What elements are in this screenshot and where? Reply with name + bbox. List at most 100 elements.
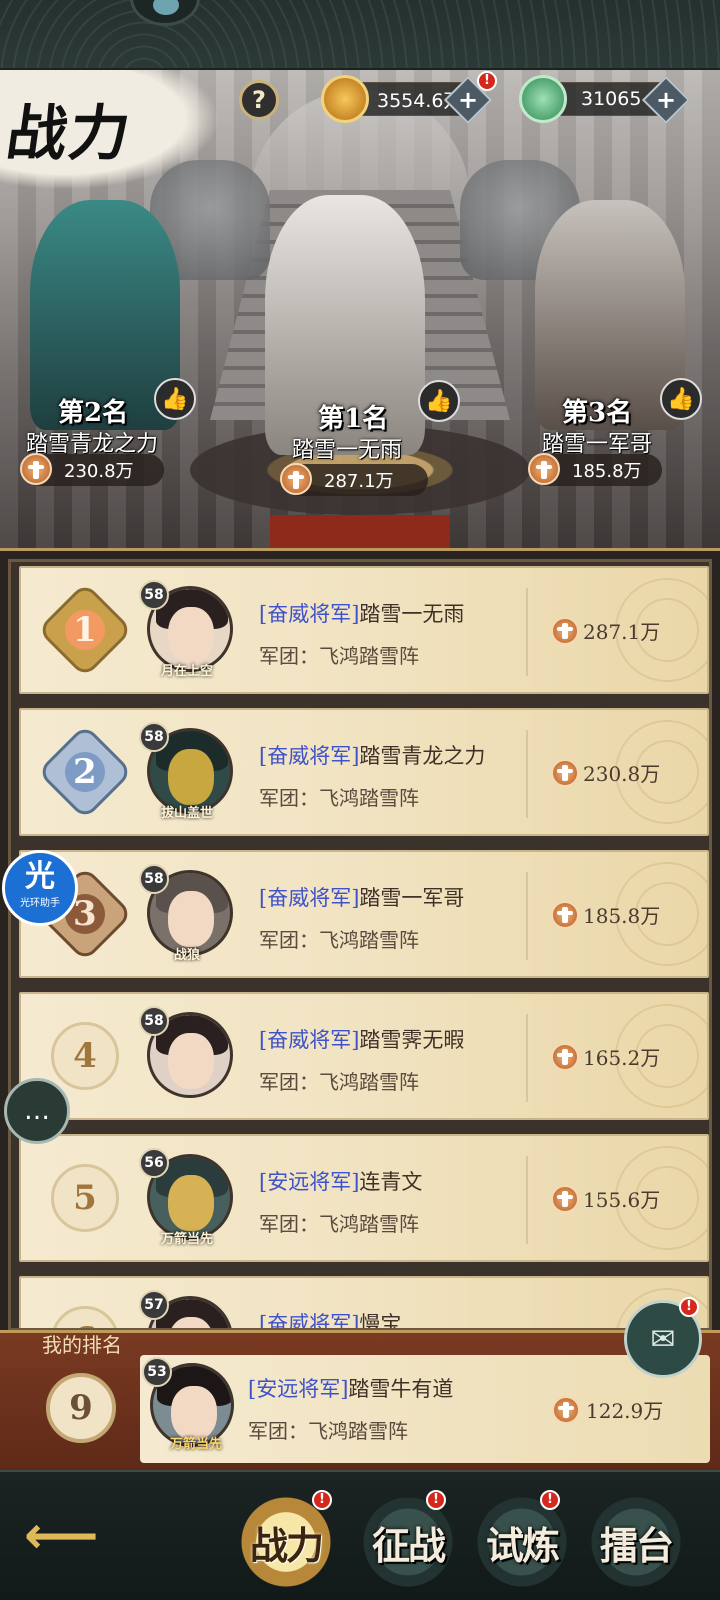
ranking-row[interactable]: 4 58 [奋威将军]踏雪霁无暇 军团：飞鸿踏雪阵 165.2万 xyxy=(19,992,709,1120)
my-rank-number: 9 xyxy=(69,1388,93,1428)
level-badge: 57 xyxy=(139,1290,169,1320)
podium-power-value: 287.1万 xyxy=(324,471,394,492)
podium-rank-label: 第1名 xyxy=(318,404,389,434)
row-separator xyxy=(526,872,528,960)
podium-power-value: 185.8万 xyxy=(572,461,642,482)
power-icon xyxy=(20,453,52,485)
level-badge: 58 xyxy=(139,580,169,610)
player-rank-title: [奋威将军] xyxy=(259,886,360,910)
player-rank-title: [奋威将军] xyxy=(259,602,360,626)
avatar-face xyxy=(168,891,214,947)
row-separator xyxy=(526,588,528,676)
player-power-value: 230.8万 xyxy=(583,762,661,786)
title-tag: 拔山盖世 xyxy=(160,806,213,821)
avatar-face xyxy=(168,607,214,663)
tab-campaign[interactable]: 征战 ! xyxy=(356,1490,460,1594)
ranking-list[interactable]: 1 58 月在上空 [奋威将军]踏雪一无雨 军团：飞鸿踏雪阵 287.1万 2 … xyxy=(8,559,712,1331)
player-power-value: 155.6万 xyxy=(583,1188,661,1212)
chat-button[interactable]: … xyxy=(4,1078,70,1144)
my-level-badge: 53 xyxy=(142,1357,172,1387)
jade-icon xyxy=(519,75,567,123)
like-button[interactable]: 👍 xyxy=(154,378,196,420)
podium-power: 287.1万 xyxy=(280,463,428,496)
ranking-row[interactable]: 1 58 月在上空 [奋威将军]踏雪一无雨 军团：飞鸿踏雪阵 287.1万 xyxy=(19,566,709,694)
wave-pattern xyxy=(0,0,720,68)
player-rank-title: [奋威将军] xyxy=(259,1312,360,1331)
rank-number: 3 xyxy=(73,893,97,934)
tab-label: 试炼 xyxy=(485,1522,560,1568)
power-icon xyxy=(551,616,579,645)
tab-alert-badge: ! xyxy=(312,1490,332,1510)
help-icon: ? xyxy=(252,86,266,114)
player-power: 185.8万 xyxy=(551,900,660,929)
top-strip xyxy=(0,0,720,70)
power-icon xyxy=(551,900,579,929)
player-name: 踏雪一无雨 xyxy=(359,602,465,626)
like-button[interactable]: 👍 xyxy=(418,380,460,422)
player-power: 155.6万 xyxy=(551,1184,660,1213)
helper-overlay-button[interactable]: 光 光环助手 xyxy=(2,850,78,926)
back-button[interactable]: ⟵ xyxy=(6,1490,116,1570)
coin-icon xyxy=(321,75,369,123)
rank-medal: 6 xyxy=(51,1306,119,1328)
tab-alert-badge: ! xyxy=(426,1490,446,1510)
chat-icon: … xyxy=(24,1096,50,1126)
power-icon xyxy=(551,1184,579,1213)
player-title: [奋威将军]踏雪青龙之力 xyxy=(259,740,485,770)
player-power-value: 185.8万 xyxy=(583,904,661,928)
my-rank-header: 我的排名 xyxy=(42,1333,122,1357)
row-separator xyxy=(526,730,528,818)
like-button[interactable]: 👍 xyxy=(660,378,702,420)
my-power: 122.9万 xyxy=(552,1395,663,1424)
my-power-value: 122.9万 xyxy=(586,1399,664,1423)
power-icon xyxy=(528,453,560,485)
coin-alert-badge: ! xyxy=(477,71,497,91)
ranking-row[interactable]: 3 58 战狼 [奋威将军]踏雪一军哥 军团：飞鸿踏雪阵 185.8万 xyxy=(19,850,709,978)
title-tag: 战狼 xyxy=(173,948,200,963)
my-player-title: [安远将军]踏雪牛有道 xyxy=(248,1373,453,1403)
power-icon xyxy=(551,758,579,787)
player-name: 踏雪一军哥 xyxy=(359,886,465,910)
player-power-value: 287.1万 xyxy=(583,620,661,644)
player-corps: 军团：飞鸿踏雪阵 xyxy=(259,644,419,668)
level-badge: 58 xyxy=(139,864,169,894)
rank-medal: 4 xyxy=(51,1022,119,1090)
tab-label: 擂台 xyxy=(599,1522,674,1568)
player-power-value: 165.2万 xyxy=(583,1046,661,1070)
bottom-tab-bar: ⟵ 战力 ! 征战 ! 试炼 ! 擂台 xyxy=(0,1470,720,1600)
help-button[interactable]: ? xyxy=(239,80,279,120)
row-separator xyxy=(526,1014,528,1102)
mail-icon: ✉ xyxy=(650,1321,676,1357)
player-power: 165.2万 xyxy=(551,1042,660,1071)
player-corps: 军团：飞鸿踏雪阵 xyxy=(259,1070,419,1094)
podium-rank-label: 第3名 xyxy=(562,398,633,428)
my-rank-title: [安远将军] xyxy=(248,1377,349,1401)
tab-arena[interactable]: 擂台 xyxy=(584,1490,688,1594)
power-icon xyxy=(280,463,312,495)
jade-balance: 31065 + xyxy=(519,75,691,125)
thumbs-up-icon: 👍 xyxy=(667,386,695,412)
tab-trial[interactable]: 试炼 ! xyxy=(470,1490,574,1594)
player-title: [奋威将军]慢宝 xyxy=(259,1308,401,1331)
player-name: 连青文 xyxy=(359,1170,423,1194)
player-corps: 军团：飞鸿踏雪阵 xyxy=(259,1212,419,1236)
podium-stage: 战力 ? 3554.6万 + ! 31065 + 第2名 踏雪青龙之力 230.… xyxy=(0,70,720,555)
row-separator xyxy=(526,1156,528,1244)
ranking-row[interactable]: 2 58 拔山盖世 [奋威将军]踏雪青龙之力 军团：飞鸿踏雪阵 230.8万 xyxy=(19,708,709,836)
my-rank-panel[interactable]: 我的排名 9 53 万箭当先 [安远将军]踏雪牛有道 军团：飞鸿踏雪阵 122.… xyxy=(0,1330,720,1470)
mail-alert-badge: ! xyxy=(679,1297,699,1317)
podium-power: 230.8万 xyxy=(20,453,164,486)
mail-button[interactable]: ✉ ! xyxy=(624,1297,702,1378)
player-title: [奋威将军]踏雪一军哥 xyxy=(259,882,464,912)
rank-medal: 5 xyxy=(51,1164,119,1232)
ranking-row[interactable]: 5 56 万箭当先 [安远将军]连青文 军团：飞鸿踏雪阵 155.6万 xyxy=(19,1134,709,1262)
tab-power[interactable]: 战力 ! xyxy=(234,1490,338,1594)
player-corps: 军团：飞鸿踏雪阵 xyxy=(259,786,419,810)
page-title-text: 战力 xyxy=(2,99,137,169)
my-player-name: 踏雪牛有道 xyxy=(348,1377,454,1401)
coin-balance: 3554.6万 + ! xyxy=(321,71,497,125)
avatar-face xyxy=(171,1386,217,1440)
player-title: [安远将军]连青文 xyxy=(259,1166,422,1196)
podium-power-value: 230.8万 xyxy=(64,461,134,482)
ranking-row[interactable]: 6 57 [奋威将军]慢宝 xyxy=(19,1276,709,1331)
